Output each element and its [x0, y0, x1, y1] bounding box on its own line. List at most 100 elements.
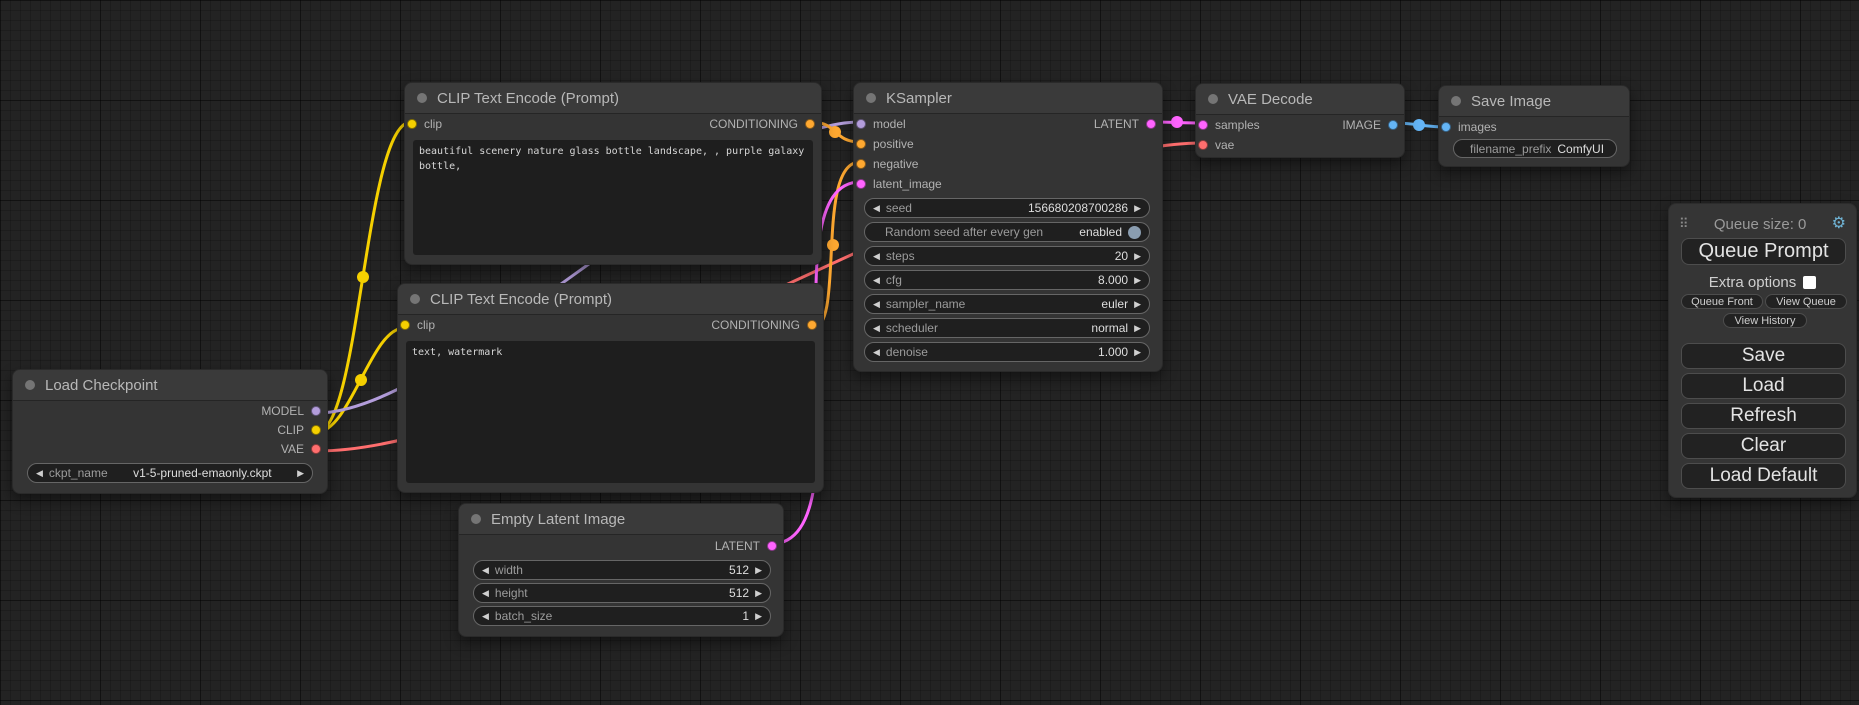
widget-batch-size[interactable]: ◀ batch_size 1 ▶ — [473, 606, 771, 626]
increment-arrow-icon[interactable]: ▶ — [755, 612, 762, 621]
refresh-button[interactable]: Refresh — [1681, 403, 1846, 429]
output-port-conditioning[interactable] — [807, 320, 817, 330]
output-port-clip[interactable] — [311, 425, 321, 435]
input-port-latent-image[interactable] — [856, 179, 866, 189]
node-vae-decode[interactable]: VAE Decode samples vae IMAGE — [1195, 83, 1405, 158]
link-dot[interactable] — [1413, 119, 1425, 131]
link-dot[interactable] — [357, 271, 369, 283]
negative-prompt-textarea[interactable]: text, watermark — [406, 341, 815, 483]
output-label-vae: VAE — [281, 442, 304, 456]
collapse-dot-icon[interactable] — [866, 93, 876, 103]
node-title-bar[interactable]: Save Image — [1439, 86, 1629, 117]
collapse-dot-icon[interactable] — [471, 514, 481, 524]
link-dot[interactable] — [355, 374, 367, 386]
decrement-arrow-icon[interactable]: ◀ — [873, 324, 880, 333]
increment-arrow-icon[interactable]: ▶ — [1134, 276, 1141, 285]
widget-seed[interactable]: ◀ seed 156680208700286 ▶ — [864, 198, 1150, 218]
decrement-arrow-icon[interactable]: ◀ — [873, 252, 880, 261]
collapse-dot-icon[interactable] — [410, 294, 420, 304]
widget-random-seed-toggle[interactable]: Random seed after every gen enabled — [864, 222, 1150, 242]
increment-arrow-icon[interactable]: ▶ — [755, 589, 762, 598]
node-title: Load Checkpoint — [45, 377, 158, 394]
increment-arrow-icon[interactable]: ▶ — [1134, 324, 1141, 333]
decrement-arrow-icon[interactable]: ◀ — [36, 469, 43, 478]
widget-cfg[interactable]: ◀ cfg 8.000 ▶ — [864, 270, 1150, 290]
increment-arrow-icon[interactable]: ▶ — [1134, 348, 1141, 357]
widget-sampler-name[interactable]: ◀ sampler_name euler ▶ — [864, 294, 1150, 314]
decrement-arrow-icon[interactable]: ◀ — [873, 276, 880, 285]
load-button[interactable]: Load — [1681, 373, 1846, 399]
positive-prompt-textarea[interactable]: beautiful scenery nature glass bottle la… — [413, 140, 813, 255]
node-title-bar[interactable]: Load Checkpoint — [13, 370, 327, 401]
queue-front-button[interactable]: Queue Front — [1681, 294, 1763, 309]
decrement-arrow-icon[interactable]: ◀ — [482, 612, 489, 621]
decrement-arrow-icon[interactable]: ◀ — [482, 566, 489, 575]
increment-arrow-icon[interactable]: ▶ — [1134, 252, 1141, 261]
node-title-bar[interactable]: CLIP Text Encode (Prompt) — [405, 83, 821, 114]
settings-gear-icon[interactable]: ⚙ — [1832, 216, 1846, 232]
node-title-bar[interactable]: VAE Decode — [1196, 84, 1404, 115]
node-ksampler[interactable]: KSampler model positive negative latent_… — [853, 82, 1163, 372]
input-port-samples[interactable] — [1198, 120, 1208, 130]
link-dot[interactable] — [1171, 116, 1183, 128]
node-clip-text-encode-negative[interactable]: CLIP Text Encode (Prompt) clip CONDITION… — [397, 283, 824, 493]
widget-height[interactable]: ◀ height 512 ▶ — [473, 583, 771, 603]
output-port-latent[interactable] — [767, 541, 777, 551]
collapse-dot-icon[interactable] — [417, 93, 427, 103]
extra-options-checkbox[interactable] — [1803, 276, 1816, 289]
input-port-vae[interactable] — [1198, 140, 1208, 150]
output-label-image: IMAGE — [1342, 118, 1381, 132]
increment-arrow-icon[interactable]: ▶ — [755, 566, 762, 575]
input-port-positive[interactable] — [856, 139, 866, 149]
widget-label: cfg — [886, 273, 902, 287]
output-port-conditioning[interactable] — [805, 119, 815, 129]
widget-ckpt-name[interactable]: ◀ ckpt_name v1-5-pruned-emaonly.ckpt ▶ — [27, 463, 313, 483]
drag-handle-icon[interactable]: ⠿ — [1679, 216, 1689, 232]
output-port-latent[interactable] — [1146, 119, 1156, 129]
widget-value: euler — [1101, 297, 1128, 311]
queue-menu-panel: ⠿ Queue size: 0 ⚙ Queue Prompt Extra opt… — [1668, 203, 1857, 498]
input-port-images[interactable] — [1441, 122, 1451, 132]
link-dot[interactable] — [827, 239, 839, 251]
widget-scheduler[interactable]: ◀ scheduler normal ▶ — [864, 318, 1150, 338]
decrement-arrow-icon[interactable]: ◀ — [873, 348, 880, 357]
output-port-image[interactable] — [1388, 120, 1398, 130]
node-load-checkpoint[interactable]: Load Checkpoint MODEL CLIP VAE ◀ ckpt_na… — [12, 369, 328, 494]
node-save-image[interactable]: Save Image images filename_prefix ComfyU… — [1438, 85, 1630, 167]
input-port-negative[interactable] — [856, 159, 866, 169]
save-button[interactable]: Save — [1681, 343, 1846, 369]
queue-prompt-button[interactable]: Queue Prompt — [1681, 238, 1846, 265]
increment-arrow-icon[interactable]: ▶ — [297, 469, 304, 478]
node-title-bar[interactable]: CLIP Text Encode (Prompt) — [398, 284, 823, 315]
decrement-arrow-icon[interactable]: ◀ — [482, 589, 489, 598]
link-dot[interactable] — [829, 126, 841, 138]
input-port-model[interactable] — [856, 119, 866, 129]
node-empty-latent-image[interactable]: Empty Latent Image LATENT ◀ width 512 ▶ … — [458, 503, 784, 637]
node-title-bar[interactable]: KSampler — [854, 83, 1162, 114]
decrement-arrow-icon[interactable]: ◀ — [873, 204, 880, 213]
view-history-button[interactable]: View History — [1723, 313, 1807, 328]
input-port-clip[interactable] — [407, 119, 417, 129]
node-clip-text-encode-positive[interactable]: CLIP Text Encode (Prompt) clip CONDITION… — [404, 82, 822, 265]
node-graph-canvas[interactable]: { "colors": { "model": "#b39ddb", "clip"… — [0, 0, 1859, 705]
widget-filename-prefix[interactable]: filename_prefix ComfyUI — [1453, 139, 1617, 158]
output-port-vae[interactable] — [311, 444, 321, 454]
output-label-model: MODEL — [261, 404, 304, 418]
toggle-knob-icon[interactable] — [1128, 226, 1141, 239]
clear-button[interactable]: Clear — [1681, 433, 1846, 459]
node-title-bar[interactable]: Empty Latent Image — [459, 504, 783, 535]
input-port-clip[interactable] — [400, 320, 410, 330]
collapse-dot-icon[interactable] — [25, 380, 35, 390]
view-queue-button[interactable]: View Queue — [1765, 294, 1847, 309]
output-port-model[interactable] — [311, 406, 321, 416]
decrement-arrow-icon[interactable]: ◀ — [873, 300, 880, 309]
load-default-button[interactable]: Load Default — [1681, 463, 1846, 489]
widget-width[interactable]: ◀ width 512 ▶ — [473, 560, 771, 580]
input-label-clip: clip — [417, 318, 435, 332]
widget-denoise[interactable]: ◀ denoise 1.000 ▶ — [864, 342, 1150, 362]
collapse-dot-icon[interactable] — [1208, 94, 1218, 104]
increment-arrow-icon[interactable]: ▶ — [1134, 204, 1141, 213]
collapse-dot-icon[interactable] — [1451, 96, 1461, 106]
increment-arrow-icon[interactable]: ▶ — [1134, 300, 1141, 309]
widget-steps[interactable]: ◀ steps 20 ▶ — [864, 246, 1150, 266]
